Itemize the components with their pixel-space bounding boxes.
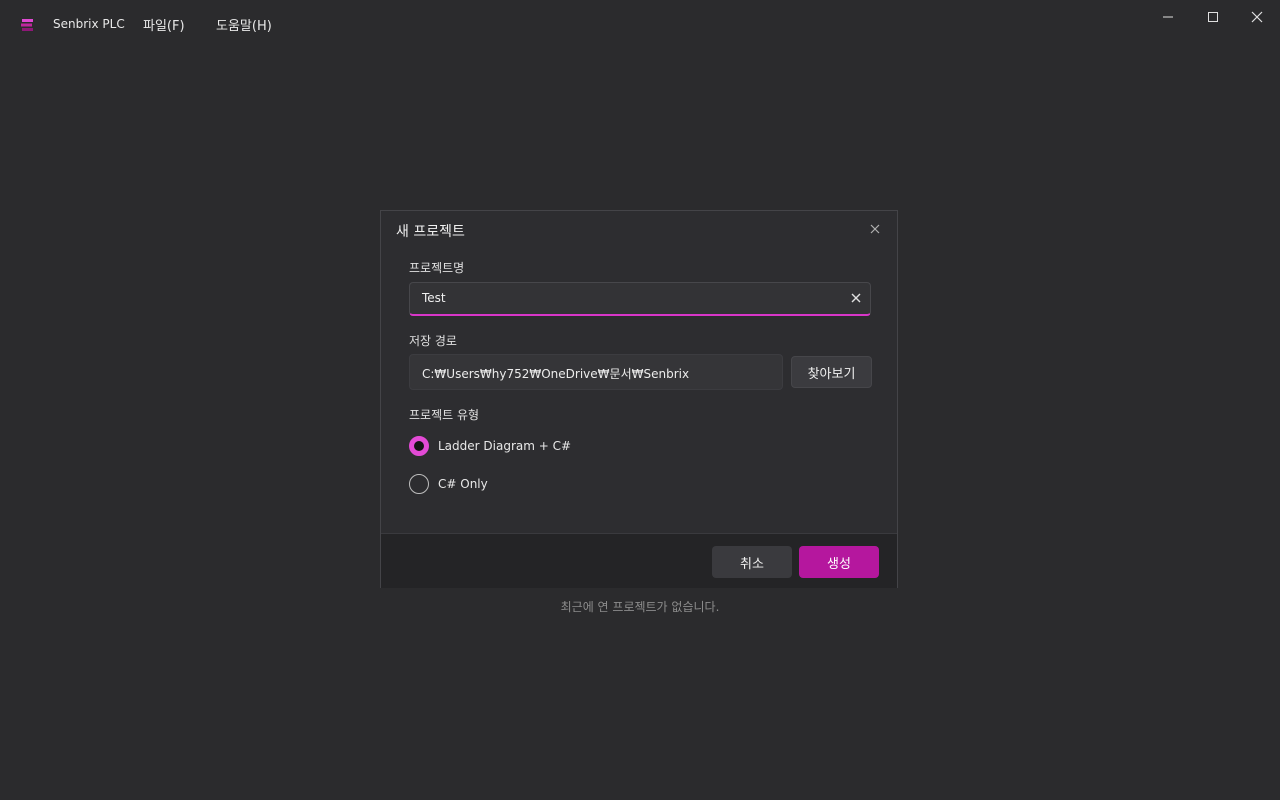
browse-button[interactable]: 찾아보기 <box>791 356 872 388</box>
cancel-button[interactable]: 취소 <box>712 546 792 578</box>
new-project-dialog: 새 프로젝트 프로젝트명 Test 저장 경로 C:₩Users₩hy752₩O… <box>380 210 898 588</box>
create-button[interactable]: 생성 <box>799 546 879 578</box>
senbrix-logo-icon <box>19 17 35 33</box>
save-path-input[interactable]: C:₩Users₩hy752₩OneDrive₩문서₩Senbrix <box>409 354 783 390</box>
save-path-value[interactable]: C:₩Users₩hy752₩OneDrive₩문서₩Senbrix <box>422 365 689 382</box>
close-icon[interactable] <box>867 221 883 237</box>
radio-label: Ladder Diagram + C# <box>438 439 572 453</box>
title-bar: Senbrix PLC 파일(F) 도움말(H) <box>0 0 1280 48</box>
close-icon[interactable] <box>1242 8 1272 26</box>
radio-option-csharp-only[interactable]: C# Only <box>409 474 488 494</box>
app-name: Senbrix PLC <box>53 17 125 31</box>
project-name-value[interactable]: Test <box>422 291 446 305</box>
recent-projects-empty-text: 최근에 연 프로젝트가 없습니다. <box>560 600 720 614</box>
project-name-label: 프로젝트명 <box>409 261 465 275</box>
radio-unchecked-icon[interactable] <box>409 474 429 494</box>
clear-icon[interactable] <box>850 292 862 304</box>
menu-help[interactable]: 도움말(H) <box>216 15 272 34</box>
dialog-title: 새 프로젝트 <box>396 224 465 240</box>
radio-option-ladder-csharp[interactable]: Ladder Diagram + C# <box>409 436 571 456</box>
save-path-label: 저장 경로 <box>409 334 457 348</box>
radio-checked-icon[interactable] <box>409 436 429 456</box>
radio-label: C# Only <box>438 477 488 491</box>
dialog-footer: 취소 생성 <box>381 533 897 588</box>
menu-file[interactable]: 파일(F) <box>143 15 185 34</box>
maximize-icon[interactable] <box>1198 8 1228 26</box>
project-type-label: 프로젝트 유형 <box>409 408 480 422</box>
project-name-input[interactable]: Test <box>409 282 871 316</box>
minimize-icon[interactable] <box>1153 8 1183 26</box>
